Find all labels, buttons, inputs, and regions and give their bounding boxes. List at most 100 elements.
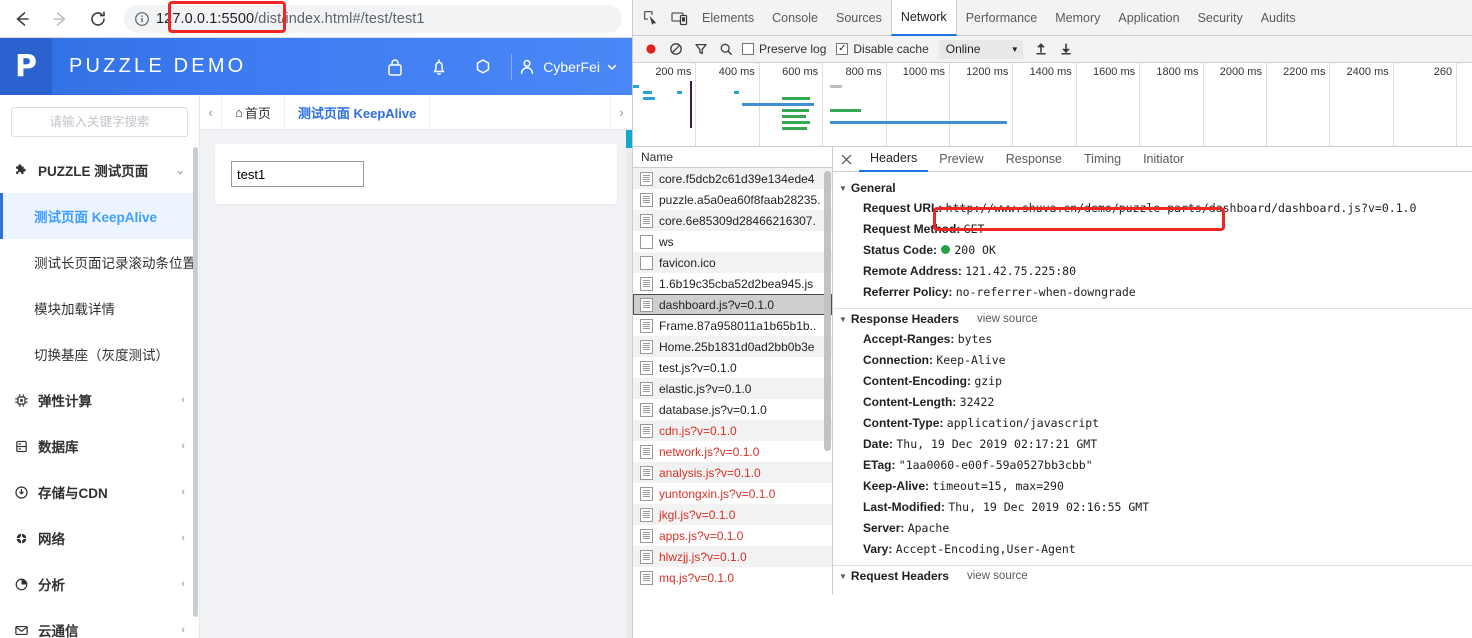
devtools-tab-audits[interactable]: Audits xyxy=(1252,0,1305,35)
request-row[interactable]: core.f5dcb2c61d39e134ede4 xyxy=(633,168,832,189)
reload-button[interactable] xyxy=(82,3,114,35)
request-row[interactable]: jkgl.js?v=0.1.0 xyxy=(633,504,832,525)
header-row: Request Method: GET xyxy=(833,219,1472,240)
request-row[interactable]: network.js?v=0.1.0 xyxy=(633,441,832,462)
view-source-link[interactable]: view source xyxy=(967,570,1028,582)
request-row[interactable]: database.js?v=0.1.0 xyxy=(633,399,832,420)
sidebar-item-long-page-scroll[interactable]: 测试长页面记录滚动条位置 xyxy=(0,239,199,285)
preserve-log-checkbox[interactable]: Preserve log xyxy=(742,42,826,56)
chevron-left-icon[interactable]: ‹ xyxy=(181,440,185,452)
devtools-tab-application[interactable]: Application xyxy=(1109,0,1188,35)
detail-tab-response[interactable]: Response xyxy=(995,147,1073,171)
panel-wrap xyxy=(200,130,632,218)
request-name: 1.6b19c35cba52d2bea945.js xyxy=(659,276,814,291)
request-list-scrollbar[interactable] xyxy=(824,171,831,451)
chevron-left-icon[interactable]: ‹ xyxy=(181,394,185,406)
request-row[interactable]: 1.6b19c35cba52d2bea945.js xyxy=(633,273,832,294)
search-button[interactable] xyxy=(713,37,738,61)
disable-cache-checkbox[interactable]: ✓ Disable cache xyxy=(836,42,929,56)
test-input[interactable] xyxy=(231,161,364,187)
overview-request-bar xyxy=(829,109,862,112)
request-row[interactable]: mq.js?v=0.1.0 xyxy=(633,567,832,588)
devtools-tab-console[interactable]: Console xyxy=(763,0,827,35)
sidebar-item-analysis[interactable]: 分析 ‹ xyxy=(0,561,199,607)
sidebar-scrollbar[interactable] xyxy=(193,147,198,617)
sidebar-search-input[interactable]: 请输入关键字搜索 xyxy=(11,107,188,137)
close-detail-button[interactable] xyxy=(833,147,859,171)
sidebar-item-module-load-detail[interactable]: 模块加载详情 xyxy=(0,285,199,331)
request-row[interactable]: apps.js?v=0.1.0 xyxy=(633,525,832,546)
sidebar-item-puzzle-test-pages[interactable]: PUZZLE 测试页面 ⌄ xyxy=(0,147,199,193)
sidebar-item-switch-base[interactable]: 切换基座（灰度测试） xyxy=(0,331,199,377)
forward-button[interactable] xyxy=(44,3,76,35)
sidebar-item-keepalive[interactable]: 测试页面 KeepAlive xyxy=(0,193,199,239)
request-row[interactable]: cdn.js?v=0.1.0 xyxy=(633,420,832,441)
detail-tab-preview[interactable]: Preview xyxy=(928,147,994,171)
chevron-left-icon[interactable]: ‹ xyxy=(181,486,185,498)
checkbox-box xyxy=(742,43,754,55)
sidebar-item-cloud-communication[interactable]: 云通信 ‹ xyxy=(0,607,199,638)
info-circle-icon[interactable] xyxy=(134,11,150,27)
checkbox-box: ✓ xyxy=(836,43,849,55)
device-toolbar-icon-button[interactable] xyxy=(665,2,693,34)
general-section-header[interactable]: ▼ General xyxy=(833,178,1472,198)
clear-requests-button[interactable] xyxy=(663,37,688,61)
sidebar-item-network[interactable]: 网络 ‹ xyxy=(0,515,199,561)
chevron-left-icon[interactable]: ‹ xyxy=(181,532,185,544)
response-headers-section-header[interactable]: ▼ Response Headers view source xyxy=(833,309,1472,329)
devtools-tab-memory[interactable]: Memory xyxy=(1046,0,1109,35)
bell-icon-button[interactable] xyxy=(417,38,461,95)
detail-tab-timing[interactable]: Timing xyxy=(1073,147,1132,171)
sidebar-item-storage-cdn[interactable]: 存储与CDN ‹ xyxy=(0,469,199,515)
network-overview-timeline[interactable]: 200 ms 400 ms 600 ms 800 ms 1000 ms 1200 ms 14… xyxy=(633,63,1472,147)
chevron-down-icon[interactable]: ⌄ xyxy=(176,164,185,177)
request-row[interactable]: test.js?v=0.1.0 xyxy=(633,357,832,378)
sidebar-item-database[interactable]: 数据库 ‹ xyxy=(0,423,199,469)
back-button[interactable] xyxy=(6,3,38,35)
record-stop-icon-button[interactable] xyxy=(638,37,663,61)
address-bar-text[interactable]: 127.0.0.1:5500/dist/index.html#/test/tes… xyxy=(156,11,425,27)
tab-keepalive[interactable]: 测试页面 KeepAlive xyxy=(285,95,431,129)
request-row[interactable]: Frame.87a958011a1b65b1b.. xyxy=(633,315,832,336)
throttling-select[interactable]: Online ▼ xyxy=(938,39,1023,59)
request-row[interactable]: puzzle.a5a0ea60f8faab28235. xyxy=(633,189,832,210)
request-headers-section-header[interactable]: ▼ Request Headers view source xyxy=(833,566,1472,586)
request-row[interactable]: yuntongxin.js?v=0.1.0 xyxy=(633,483,832,504)
user-menu[interactable]: CyberFei xyxy=(518,57,632,77)
tab-scroll-left-button[interactable]: ‹ xyxy=(200,95,222,129)
request-row[interactable]: core.6e85309d28466216307. xyxy=(633,210,832,231)
devtools-tab-elements[interactable]: Elements xyxy=(693,0,763,35)
chevron-left-icon[interactable]: ‹ xyxy=(181,624,185,636)
request-row[interactable]: Home.25b1831d0ad2bb0b3e xyxy=(633,336,832,357)
sidebar-item-elastic-compute[interactable]: 弹性计算 ‹ xyxy=(0,377,199,423)
request-row[interactable]: ws xyxy=(633,231,832,252)
header-divider xyxy=(511,53,513,80)
import-har-button[interactable] xyxy=(1029,37,1054,61)
devtools-tab-sources[interactable]: Sources xyxy=(827,0,891,35)
inspect-element-icon-button[interactable] xyxy=(637,2,665,34)
view-source-link[interactable]: view source xyxy=(977,313,1038,325)
tab-home[interactable]: ⌂ 首页 xyxy=(222,95,285,129)
detail-tab-initiator[interactable]: Initiator xyxy=(1132,147,1195,171)
hexagon-icon-button[interactable] xyxy=(461,38,505,95)
filter-button[interactable] xyxy=(688,37,713,61)
devtools-tab-security[interactable]: Security xyxy=(1189,0,1252,35)
request-row[interactable]: analysis.js?v=0.1.0 xyxy=(633,462,832,483)
request-row[interactable]: hlwzjj.js?v=0.1.0 xyxy=(633,546,832,567)
chevron-left-icon[interactable]: ‹ xyxy=(181,578,185,590)
devtools-tab-performance[interactable]: Performance xyxy=(957,0,1047,35)
address-bar[interactable]: 127.0.0.1:5500/dist/index.html#/test/tes… xyxy=(124,0,622,33)
devtools-tab-network[interactable]: Network xyxy=(890,0,957,36)
request-row[interactable]: elastic.js?v=0.1.0 xyxy=(633,378,832,399)
request-row[interactable]: dashboard.js?v=0.1.0 xyxy=(633,294,832,315)
request-row[interactable]: favicon.ico xyxy=(633,252,832,273)
export-har-button[interactable] xyxy=(1054,37,1079,61)
header-key: Server: xyxy=(863,521,908,535)
lock-icon-button[interactable] xyxy=(373,38,417,95)
tab-scroll-right-button[interactable]: › xyxy=(610,95,632,129)
detail-tab-headers[interactable]: Headers xyxy=(859,147,929,172)
app-logo[interactable]: P xyxy=(0,38,52,95)
request-list-header[interactable]: Name xyxy=(633,147,832,168)
file-icon xyxy=(640,255,653,270)
file-icon xyxy=(640,423,653,438)
